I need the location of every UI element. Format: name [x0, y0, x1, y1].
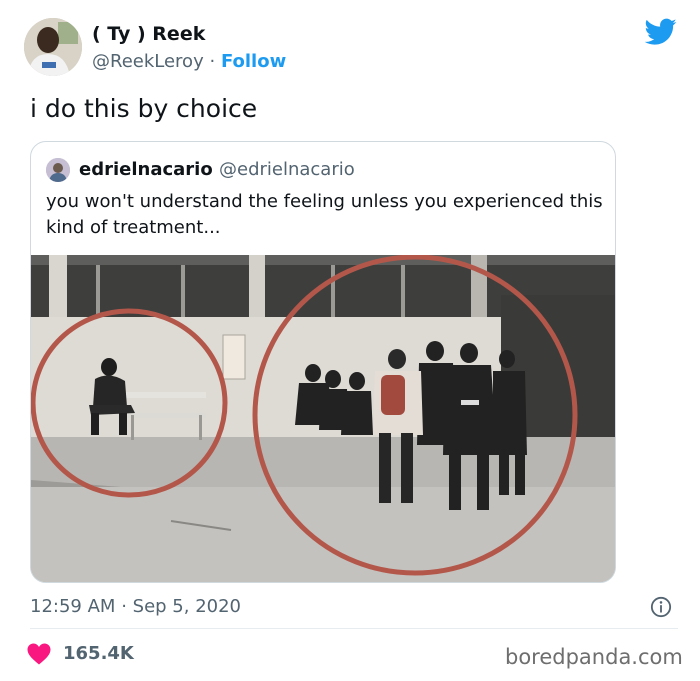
quoted-author-name[interactable]: edrielnacario: [79, 159, 213, 180]
follow-button[interactable]: Follow: [221, 51, 286, 72]
author-handle-row: @ReekLeroy · Follow: [92, 51, 286, 72]
quoted-author-avatar[interactable]: [46, 158, 70, 182]
author-display-name[interactable]: ( Ty ) Reek: [92, 23, 205, 45]
watermark: boredpanda.com: [505, 645, 683, 669]
author-avatar[interactable]: [24, 18, 82, 76]
twitter-bird-icon[interactable]: [645, 18, 677, 46]
tweet-timestamp[interactable]: 12:59 AM · Sep 5, 2020: [30, 596, 241, 617]
info-icon[interactable]: [650, 596, 672, 618]
avatar-image: [24, 18, 82, 76]
quoted-author-row: edrielnacario @edrielnacario: [79, 159, 355, 180]
quoted-author-handle[interactable]: @edrielnacario: [219, 159, 355, 180]
quoted-tweet-card[interactable]: edrielnacario @edrielnacario you won't u…: [30, 141, 616, 583]
quoted-tweet-text: you won't understand the feeling unless …: [46, 191, 603, 238]
timestamp-separator: ·: [121, 596, 127, 617]
tweet-time: 12:59 AM: [30, 596, 116, 617]
divider: [30, 628, 678, 629]
tweet-text: i do this by choice: [30, 94, 258, 123]
like-count[interactable]: 165.4K: [63, 643, 134, 664]
tweet-date: Sep 5, 2020: [132, 596, 242, 617]
quoted-tweet-photo[interactable]: [31, 255, 615, 582]
handle-separator: ·: [209, 51, 216, 72]
heart-icon[interactable]: [27, 643, 51, 665]
author-handle[interactable]: @ReekLeroy: [92, 51, 204, 72]
quoted-avatar-image: [46, 158, 70, 182]
